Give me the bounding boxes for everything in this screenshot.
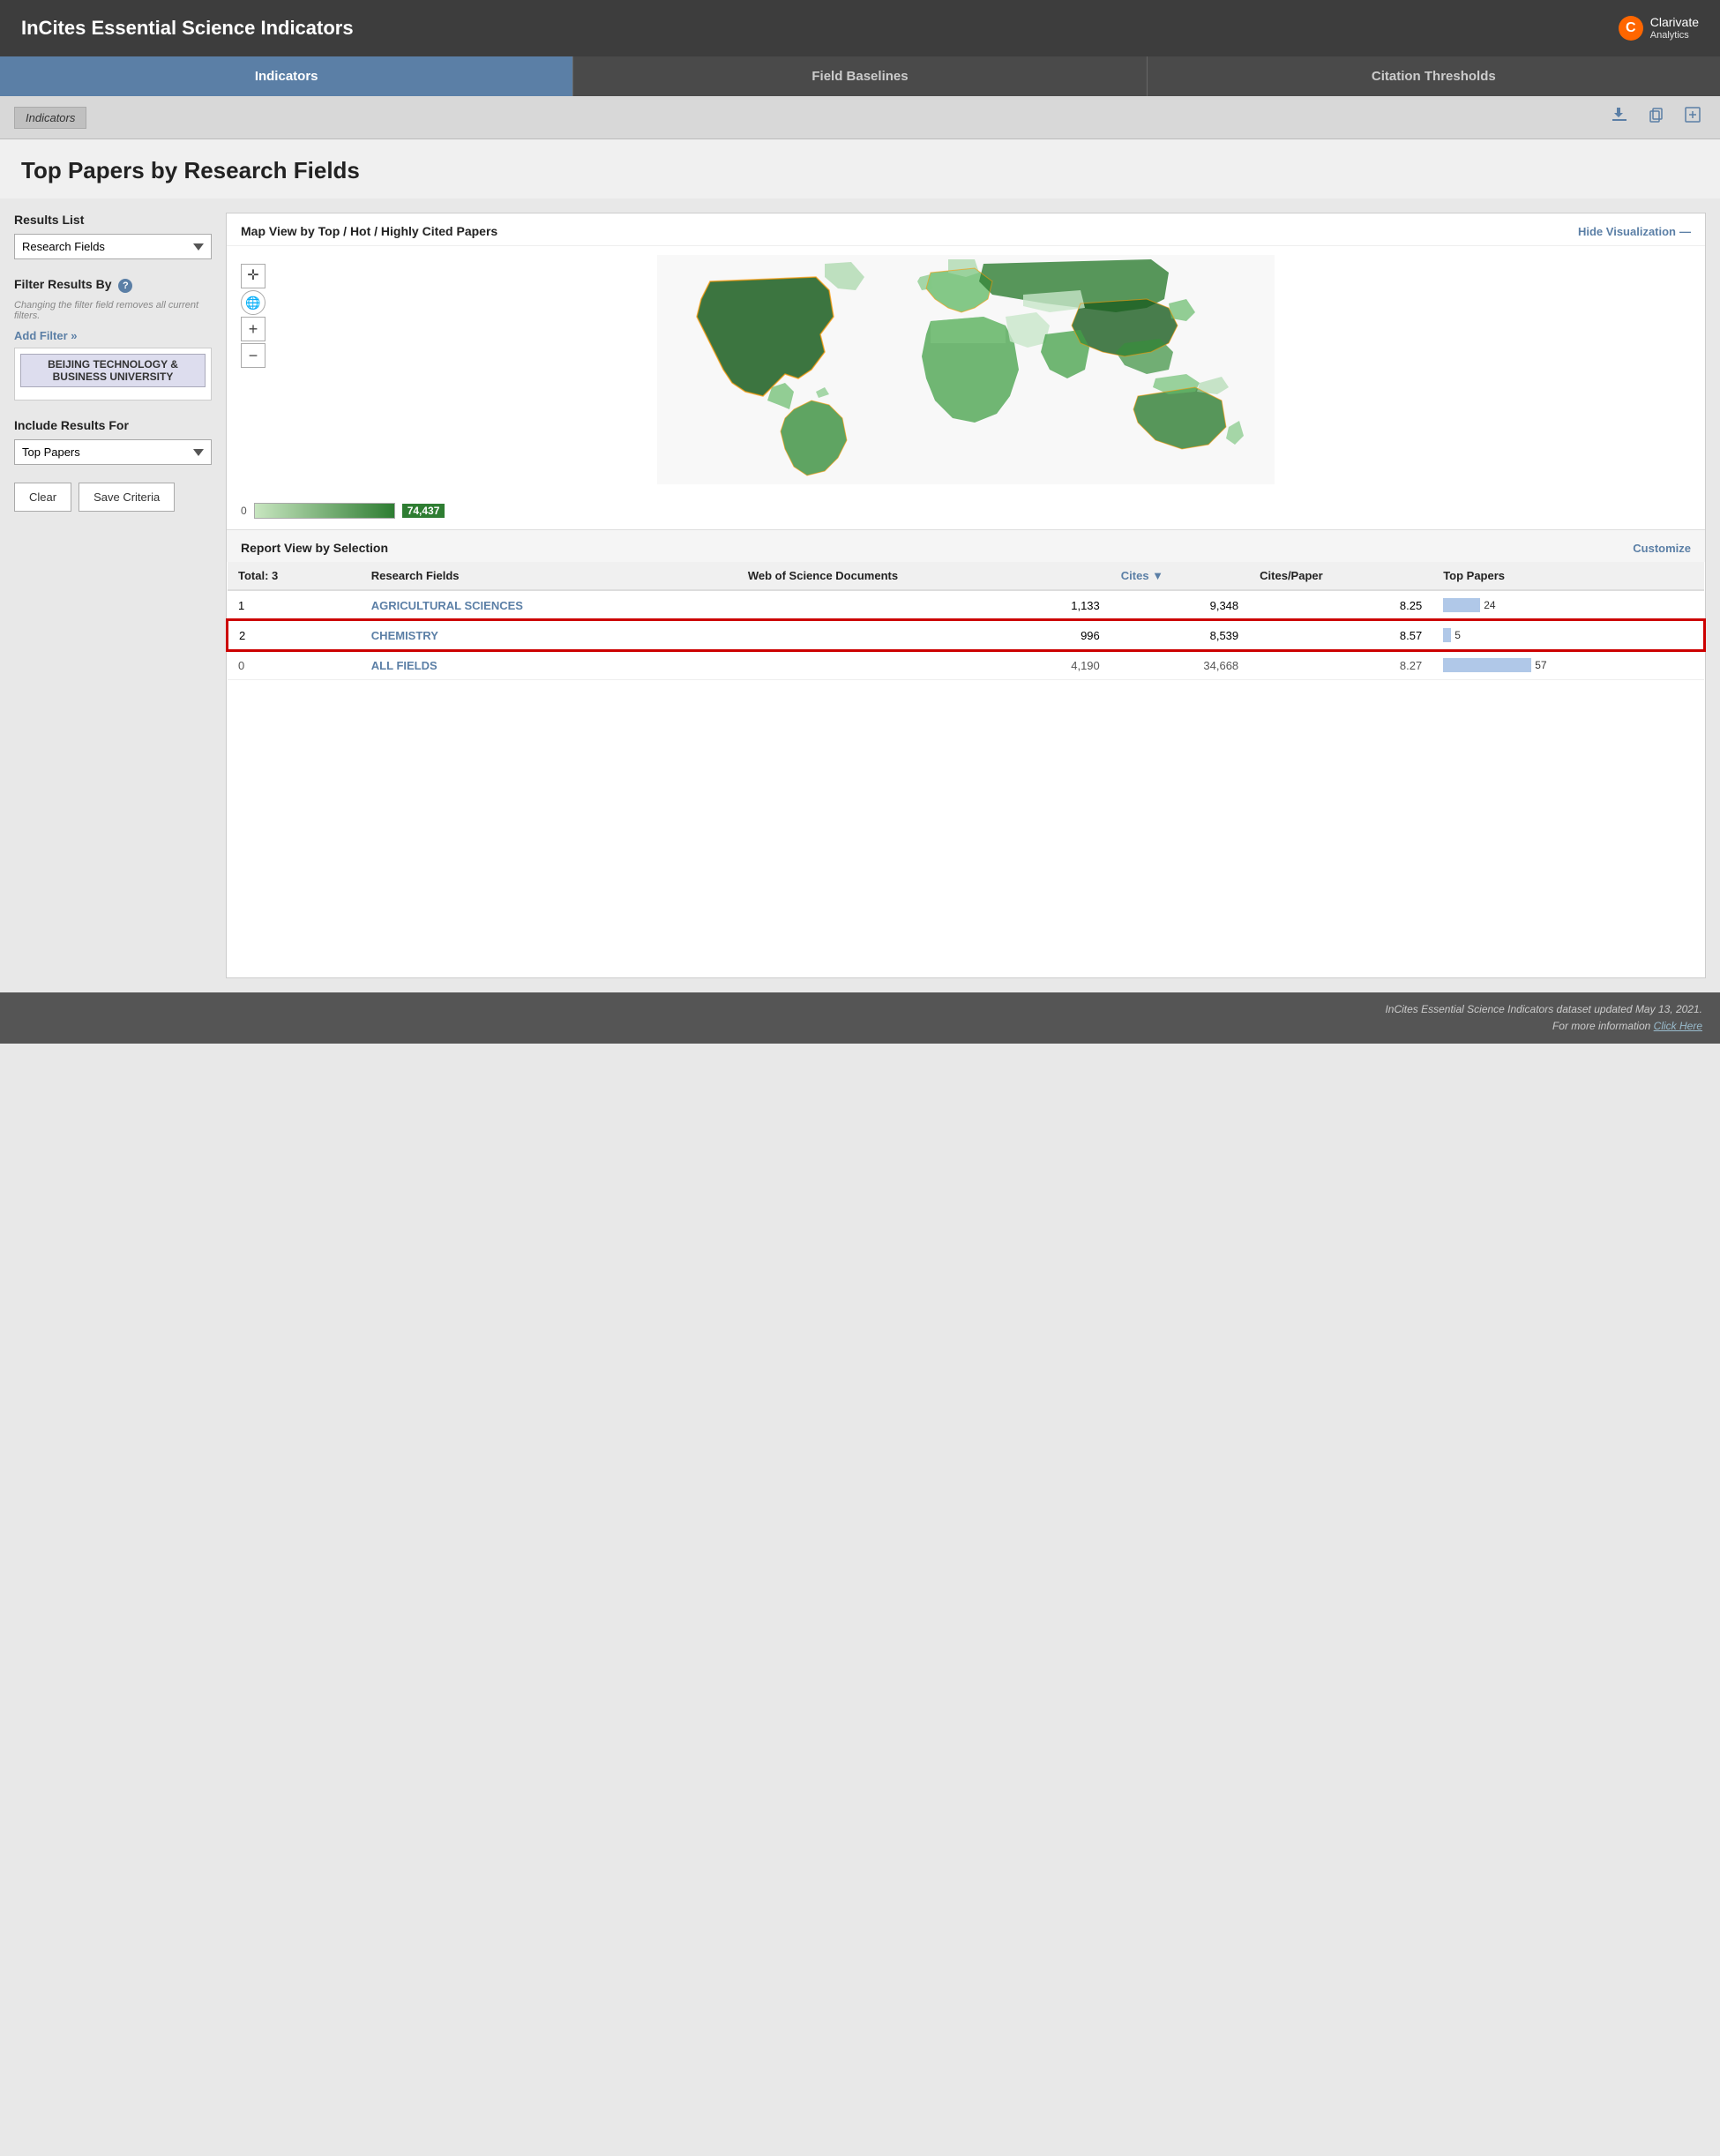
map-container: ✛ 🌐 + − — [227, 246, 1705, 496]
app-title: InCites Essential Science Indicators — [21, 17, 354, 40]
download-icon[interactable] — [1605, 103, 1632, 131]
results-list-select[interactable]: Research Fields Countries/Regions Organi… — [14, 234, 212, 259]
zoom-out-control[interactable]: − — [241, 343, 265, 368]
cell-field: ALL FIELDS — [361, 650, 737, 680]
tab-citation-thresholds[interactable]: Citation Thresholds — [1148, 56, 1720, 96]
tab-indicators[interactable]: Indicators — [0, 56, 573, 96]
nav-tabs: Indicators Field Baselines Citation Thre… — [0, 56, 1720, 96]
table-header: Total: 3 Research Fields Web of Science … — [228, 562, 1704, 590]
footer-link[interactable]: Click Here — [1654, 1020, 1702, 1032]
add-filter-link[interactable]: Add Filter » — [14, 329, 78, 342]
report-header: Report View by Selection Customize — [227, 529, 1705, 562]
main-content: Results List Research Fields Countries/R… — [0, 198, 1720, 992]
cell-field: AGRICULTURAL SCIENCES — [361, 590, 737, 620]
footer-line2: For more information Click Here — [18, 1018, 1702, 1035]
cell-wos-docs: 996 — [737, 620, 1111, 650]
field-link[interactable]: CHEMISTRY — [371, 629, 438, 642]
page-title-area: Top Papers by Research Fields — [0, 139, 1720, 198]
toolbar-icons — [1605, 103, 1706, 131]
globe-control[interactable]: 🌐 — [241, 290, 265, 315]
legend-max-value: 74,437 — [402, 504, 445, 518]
map-header: Map View by Top / Hot / Highly Cited Pap… — [227, 213, 1705, 246]
footer: InCites Essential Science Indicators dat… — [0, 992, 1720, 1044]
include-results-label: Include Results For — [14, 418, 212, 432]
col-top-papers: Top Papers — [1432, 562, 1704, 590]
table-row: 2 CHEMISTRY 996 8,539 8.57 5 — [228, 620, 1704, 650]
legend-gradient — [254, 503, 395, 519]
cell-cites: 9,348 — [1111, 590, 1249, 620]
customize-link[interactable]: Customize — [1633, 542, 1691, 555]
cell-top-papers: 24 — [1432, 590, 1704, 620]
cell-cites-per-paper: 8.57 — [1249, 620, 1432, 650]
field-link[interactable]: ALL FIELDS — [371, 659, 437, 672]
col-cites-per-paper: Cites/Paper — [1249, 562, 1432, 590]
bar-value: 24 — [1484, 599, 1495, 611]
clarivate-logo: C Clarivate Analytics — [1619, 15, 1699, 41]
col-wos-docs: Web of Science Documents — [737, 562, 1111, 590]
page-title: Top Papers by Research Fields — [21, 157, 1699, 184]
filter-label: Filter Results By ? — [14, 277, 212, 293]
report-title: Report View by Selection — [241, 541, 388, 555]
zoom-in-control[interactable]: + — [241, 317, 265, 341]
cell-wos-docs: 1,133 — [737, 590, 1111, 620]
world-map-svg — [241, 255, 1691, 484]
cell-wos-docs: 4,190 — [737, 650, 1111, 680]
cell-rank: 1 — [228, 590, 361, 620]
bar-value: 5 — [1455, 629, 1461, 641]
cell-cites-per-paper: 8.25 — [1249, 590, 1432, 620]
tab-field-baselines[interactable]: Field Baselines — [573, 56, 1147, 96]
save-criteria-button[interactable]: Save Criteria — [79, 483, 175, 512]
field-link[interactable]: AGRICULTURAL SCIENCES — [371, 599, 523, 612]
data-table: Total: 3 Research Fields Web of Science … — [227, 562, 1705, 680]
sidebar-buttons: Clear Save Criteria — [14, 483, 212, 512]
map-title: Map View by Top / Hot / Highly Cited Pap… — [241, 224, 497, 238]
table-row: 1 AGRICULTURAL SCIENCES 1,133 9,348 8.25… — [228, 590, 1704, 620]
legend-min: 0 — [241, 505, 247, 517]
clear-button[interactable]: Clear — [14, 483, 71, 512]
cell-cites: 34,668 — [1111, 650, 1249, 680]
map-controls: ✛ 🌐 + − — [241, 264, 265, 368]
results-list-section: Results List Research Fields Countries/R… — [14, 213, 212, 259]
clarivate-logo-text: Clarivate Analytics — [1650, 15, 1699, 41]
add-panel-icon[interactable] — [1679, 103, 1706, 131]
cell-rank: 2 — [228, 620, 361, 650]
app-header: InCites Essential Science Indicators C C… — [0, 0, 1720, 56]
filter-help-icon[interactable]: ? — [118, 279, 132, 293]
table-body: 1 AGRICULTURAL SCIENCES 1,133 9,348 8.25… — [228, 590, 1704, 680]
table-row: 0 ALL FIELDS 4,190 34,668 8.27 57 — [228, 650, 1704, 680]
footer-line1: InCites Essential Science Indicators dat… — [18, 1001, 1702, 1018]
map-legend: 0 74,437 — [227, 496, 1705, 529]
cell-cites: 8,539 — [1111, 620, 1249, 650]
cell-top-papers: 5 — [1432, 620, 1704, 650]
col-cites[interactable]: Cites ▼ — [1111, 562, 1249, 590]
cell-field: CHEMISTRY — [361, 620, 737, 650]
results-list-label: Results List — [14, 213, 212, 227]
cell-top-papers: 57 — [1432, 650, 1704, 680]
clarivate-logo-icon: C — [1619, 16, 1643, 41]
include-results-select[interactable]: Top Papers Hot Papers Highly Cited Paper… — [14, 439, 212, 465]
pan-control[interactable]: ✛ — [241, 264, 265, 288]
right-panel: Map View by Top / Hot / Highly Cited Pap… — [226, 213, 1706, 978]
include-results-section: Include Results For Top Papers Hot Paper… — [14, 418, 212, 465]
col-rank: Total: 3 — [228, 562, 361, 590]
filter-tag-container: BEIJING TECHNOLOGY & BUSINESS UNIVERSITY — [14, 348, 212, 401]
breadcrumb: Indicators — [14, 107, 86, 129]
map-svg-wrap: ✛ 🌐 + − — [241, 255, 1691, 487]
hide-visualization-link[interactable]: Hide Visualization — — [1578, 225, 1691, 238]
filter-note: Changing the filter field removes all cu… — [14, 300, 212, 321]
filter-section: Filter Results By ? Changing the filter … — [14, 277, 212, 401]
sidebar: Results List Research Fields Countries/R… — [14, 213, 226, 978]
cell-cites-per-paper: 8.27 — [1249, 650, 1432, 680]
toolbar-bar: Indicators — [0, 96, 1720, 139]
col-research-fields: Research Fields — [361, 562, 737, 590]
bar-value: 57 — [1535, 659, 1546, 671]
filter-tag: BEIJING TECHNOLOGY & BUSINESS UNIVERSITY — [20, 354, 206, 387]
cell-rank: 0 — [228, 650, 361, 680]
copy-icon[interactable] — [1642, 103, 1669, 131]
